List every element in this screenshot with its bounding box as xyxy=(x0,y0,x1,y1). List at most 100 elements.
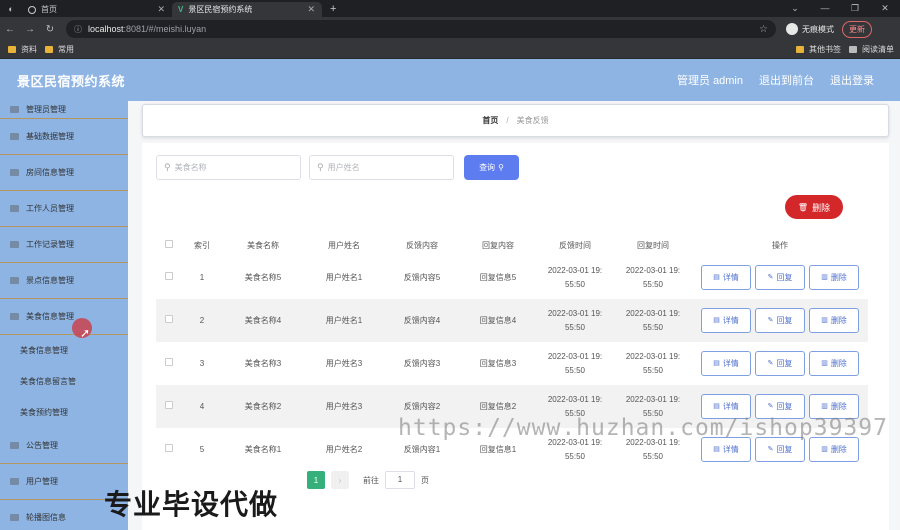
browser-tab-home[interactable]: 首页 ✕ xyxy=(22,2,172,17)
row-checkbox[interactable] xyxy=(165,443,173,452)
batch-delete-button[interactable]: 🗑 删除 xyxy=(785,195,843,219)
incognito-indicator[interactable]: 无痕模式 xyxy=(786,23,834,35)
trash-icon: ▥ xyxy=(821,402,828,410)
reload-icon[interactable]: ↻ xyxy=(40,24,60,35)
maximize-icon[interactable]: ❐ xyxy=(840,0,870,17)
menu-icon xyxy=(10,106,19,113)
delete-label: 删除 xyxy=(812,202,831,213)
logout-link[interactable]: 退出登录 xyxy=(830,72,874,88)
row-select-cell[interactable] xyxy=(156,385,182,428)
sidebar-item[interactable]: 工作人员管理 xyxy=(0,191,128,227)
delete-row-button[interactable]: ▥ 删除 xyxy=(809,308,859,333)
col-header: 反馈时间 xyxy=(559,240,591,250)
sidebar-subitem[interactable]: 美食预约管理 xyxy=(0,397,128,428)
cell-reply-time: 2022-03-01 19: 55:50 xyxy=(614,342,692,385)
reply-button[interactable]: ✎ 回复 xyxy=(755,308,805,333)
sidebar-item[interactable]: 景点信息管理 xyxy=(0,263,128,299)
delete-row-button[interactable]: ▥ 删除 xyxy=(809,265,859,290)
trash-icon: 🗑 xyxy=(797,202,809,212)
detail-label: 详情 xyxy=(722,444,739,454)
select-all-cell[interactable] xyxy=(156,234,182,256)
breadcrumb: 首页 / 美食反馈 xyxy=(142,104,889,137)
sidebar-item[interactable]: 美食信息管理 xyxy=(0,299,128,335)
time-date: 2022-03-01 19: xyxy=(547,308,603,318)
detail-button[interactable]: ▤ 详情 xyxy=(701,351,751,376)
close-window-icon[interactable]: ✕ xyxy=(870,0,900,17)
new-tab-button[interactable]: + xyxy=(330,2,336,17)
tab-search-icon[interactable]: ⌄ xyxy=(780,0,810,17)
food-name-input[interactable] xyxy=(174,163,285,172)
sidebar-item[interactable]: 房间信息管理 xyxy=(0,155,128,191)
delete-label: 删除 xyxy=(830,401,847,411)
bookmark-folder[interactable]: 常用 xyxy=(45,44,74,55)
sidebar-item-label: 景点信息管理 xyxy=(26,276,74,285)
bookmark-star-icon[interactable]: ☆ xyxy=(759,24,768,35)
detail-button[interactable]: ▤ 详情 xyxy=(701,308,751,333)
delete-label: 删除 xyxy=(830,444,847,454)
table-header-row: 索引 美食名称 用户姓名 反馈内容 回复内容 反馈时间 回复时间 操作 xyxy=(156,234,868,256)
reply-label: 回复 xyxy=(776,444,793,454)
delete-row-button[interactable]: ▥ 删除 xyxy=(809,351,859,376)
user-name-search[interactable]: ⚲ xyxy=(309,155,454,180)
query-button[interactable]: 查询 ⚲ xyxy=(464,155,519,180)
update-button[interactable]: 更新 xyxy=(842,20,872,38)
bookmark-label: 阅读清单 xyxy=(862,45,894,54)
address-bar[interactable]: ⓘ localhost:8081/#/meishi.luyan ☆ xyxy=(66,20,776,38)
next-page-icon[interactable]: › xyxy=(331,471,349,489)
sidebar-subitem[interactable]: 美食信息留言管 xyxy=(0,366,128,397)
goto-page-input[interactable]: 1 xyxy=(385,471,415,489)
sidebar-item-label: 管理员管理 xyxy=(26,105,66,114)
row-select-cell[interactable] xyxy=(156,299,182,342)
close-tab-icon[interactable]: ✕ xyxy=(157,4,165,15)
menu-icon xyxy=(10,442,19,449)
sidebar-item[interactable]: 基础数据管理 xyxy=(0,119,128,155)
cell-food-name: 美食名称1 xyxy=(222,428,304,471)
menu-icon xyxy=(10,478,19,485)
info-icon[interactable]: ⓘ xyxy=(74,24,82,35)
time-clock: 55:50 xyxy=(564,451,586,461)
globe-icon xyxy=(28,5,36,14)
bookmark-folder-other[interactable]: 其他书签 xyxy=(796,44,841,55)
reply-button[interactable]: ✎ 回复 xyxy=(755,265,805,290)
forward-icon[interactable]: → xyxy=(20,24,40,35)
sidebar-item[interactable]: 工作记录管理 xyxy=(0,227,128,263)
detail-button[interactable]: ▤ 详情 xyxy=(701,265,751,290)
row-checkbox[interactable] xyxy=(165,400,173,409)
sidebar-subitem[interactable]: 美食信息管理 xyxy=(0,335,128,366)
back-icon[interactable]: ← xyxy=(0,24,20,35)
reading-list[interactable]: 阅读清单 xyxy=(849,44,894,55)
time-clock: 55:50 xyxy=(642,451,664,461)
row-select-cell[interactable] xyxy=(156,342,182,385)
minimize-icon[interactable]: — xyxy=(810,0,840,17)
row-select-cell[interactable] xyxy=(156,428,182,471)
incognito-label: 无痕模式 xyxy=(802,24,834,34)
food-name-search[interactable]: ⚲ xyxy=(156,155,301,180)
select-all-checkbox[interactable] xyxy=(165,240,173,248)
bookmark-folder[interactable]: 资料 xyxy=(8,44,37,55)
sidebar-item-label: 工作人员管理 xyxy=(26,204,74,213)
cell-food-name: 美食名称2 xyxy=(222,385,304,428)
cell-food-name: 美食名称5 xyxy=(222,256,304,299)
row-checkbox[interactable] xyxy=(165,271,173,280)
breadcrumb-home[interactable]: 首页 xyxy=(482,115,498,126)
bookmark-label: 常用 xyxy=(58,45,74,54)
row-checkbox[interactable] xyxy=(165,357,173,366)
row-checkbox[interactable] xyxy=(165,314,173,323)
browser-menu-icon[interactable]: ◐ xyxy=(0,2,22,17)
url-host: localhost xyxy=(88,24,124,34)
goto-label: 前往 xyxy=(363,475,379,485)
tab-title: 首页 xyxy=(41,5,57,14)
sidebar-item[interactable]: 公告管理 xyxy=(0,428,128,464)
browser-tab-active[interactable]: V 景区民宿预约系统 ✕ xyxy=(172,2,322,17)
col-header: 反馈内容 xyxy=(406,240,438,250)
promo-overlay-text: 专业毕设代做 xyxy=(104,488,279,521)
sidebar-item[interactable]: 管理员管理 xyxy=(0,101,128,119)
trash-icon: ▥ xyxy=(821,316,828,324)
user-name-input[interactable] xyxy=(327,163,438,172)
back-to-frontend-link[interactable]: 退出到前台 xyxy=(759,72,814,88)
page-unit-label: 页 xyxy=(421,475,429,485)
page-number-active[interactable]: 1 xyxy=(307,471,325,489)
row-select-cell[interactable] xyxy=(156,256,182,299)
close-tab-icon[interactable]: ✕ xyxy=(307,4,315,15)
reply-button[interactable]: ✎ 回复 xyxy=(755,351,805,376)
